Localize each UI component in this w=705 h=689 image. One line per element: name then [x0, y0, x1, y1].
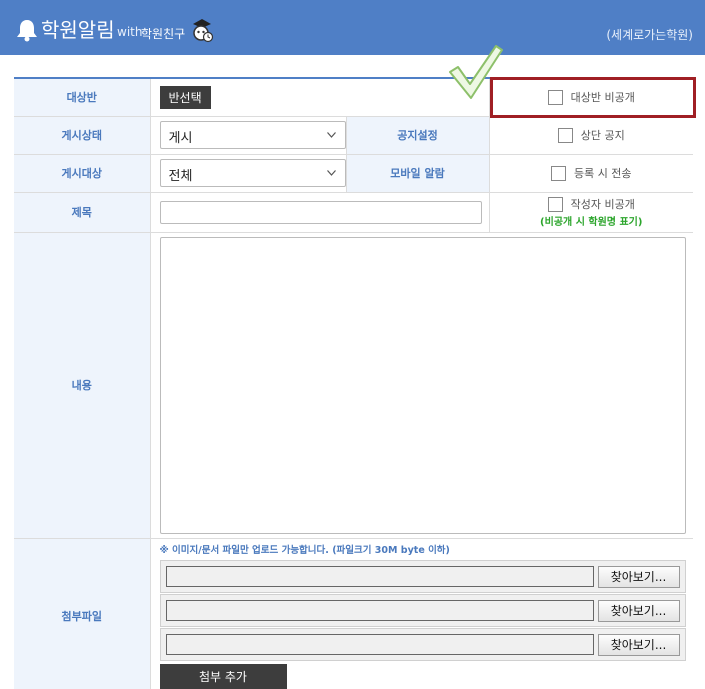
send-on-register-checkbox[interactable] — [550, 165, 566, 181]
subject-label: 제목 — [14, 192, 151, 233]
content-textarea[interactable] — [159, 236, 686, 534]
content-cell — [150, 232, 693, 539]
browse-button-2[interactable]: 찾아보기... — [597, 599, 680, 622]
file-row-1: 찾아보기... — [159, 559, 686, 593]
form-row-post-status: 게시상태 게시 공지설정 상단 공지 — [14, 116, 693, 155]
attachment-cell: ※ 이미지/문서 파일만 업로드 가능합니다. (파일크기 30M byte 이… — [150, 538, 693, 689]
hide-author-cell: 작성자 비공개 (비공개 시 학원명 표기) — [489, 192, 693, 233]
post-status-value: 게시 — [168, 131, 193, 146]
file-row-2: 찾아보기... — [159, 593, 686, 627]
top-notice-cell: 상단 공지 — [489, 116, 693, 155]
form-row-content: 내용 — [14, 232, 693, 539]
add-attachment-button[interactable]: 첨부 추가 — [159, 663, 287, 689]
app-with-text: with — [117, 25, 143, 39]
post-target-label: 게시대상 — [14, 154, 151, 193]
chevron-down-icon — [326, 132, 336, 138]
send-on-register-checkbox-label: 등록 시 전송 — [573, 167, 632, 180]
send-on-register-cell: 등록 시 전송 — [489, 154, 693, 193]
hide-author-note: (비공개 시 학원명 표기) — [540, 217, 643, 228]
form-row-subject: 제목 작성자 비공개 (비공개 시 학원명 표기) — [14, 192, 693, 233]
subject-input[interactable] — [159, 200, 482, 224]
content-label: 내용 — [14, 232, 151, 539]
hide-author-checkbox-label: 작성자 비공개 — [570, 198, 635, 211]
post-status-select[interactable]: 게시 — [159, 121, 346, 149]
browse-button-3[interactable]: 찾아보기... — [597, 633, 680, 656]
file-path-field-1[interactable] — [165, 565, 594, 587]
post-target-cell: 전체 — [150, 154, 347, 193]
app-title: 학원알림 — [41, 18, 115, 42]
mascot-icon — [193, 19, 214, 43]
attachment-label: 첨부파일 — [14, 538, 151, 689]
browse-button-1[interactable]: 찾아보기... — [597, 565, 680, 588]
top-notice-checkbox-label: 상단 공지 — [580, 129, 625, 142]
form-row-post-target: 게시대상 전체 모바일 알람 등록 시 전송 — [14, 154, 693, 193]
target-class-label: 대상반 — [14, 78, 151, 117]
mobile-alarm-label: 모바일 알람 — [346, 154, 490, 193]
app-friend-text: 학원친구 — [141, 27, 186, 41]
chevron-down-icon — [326, 170, 336, 176]
notice-setting-label: 공지설정 — [346, 116, 490, 155]
post-status-cell: 게시 — [150, 116, 347, 155]
highlight-annotation-box — [490, 77, 696, 118]
file-path-field-2[interactable] — [165, 599, 594, 621]
app-header: 학원알림 with 학원친구 (세계로가는학원) — [0, 0, 705, 55]
upload-notice: ※ 이미지/문서 파일만 업로드 가능합니다. (파일크기 30M byte 이… — [159, 544, 450, 556]
post-form-table: 대상반 반선택 대상반 비공개 게시상태 게시 공지설정 상단 공지 게시대상 … — [14, 77, 693, 689]
post-target-value: 전체 — [168, 169, 193, 184]
target-class-cell: 반선택 — [150, 78, 490, 117]
file-path-field-3[interactable] — [165, 633, 594, 655]
checkmark-icon — [449, 45, 503, 99]
academy-name: (세계로가는학원) — [606, 28, 693, 42]
post-target-select[interactable]: 전체 — [159, 159, 346, 187]
bell-icon — [17, 20, 37, 42]
file-row-3: 찾아보기... — [159, 627, 686, 661]
post-status-label: 게시상태 — [14, 116, 151, 155]
hide-author-checkbox[interactable] — [547, 196, 563, 212]
form-row-attachment: 첨부파일 ※ 이미지/문서 파일만 업로드 가능합니다. (파일크기 30M b… — [14, 538, 693, 689]
top-notice-checkbox[interactable] — [557, 127, 573, 143]
select-class-button[interactable]: 반선택 — [159, 85, 211, 109]
subject-cell — [150, 192, 490, 233]
